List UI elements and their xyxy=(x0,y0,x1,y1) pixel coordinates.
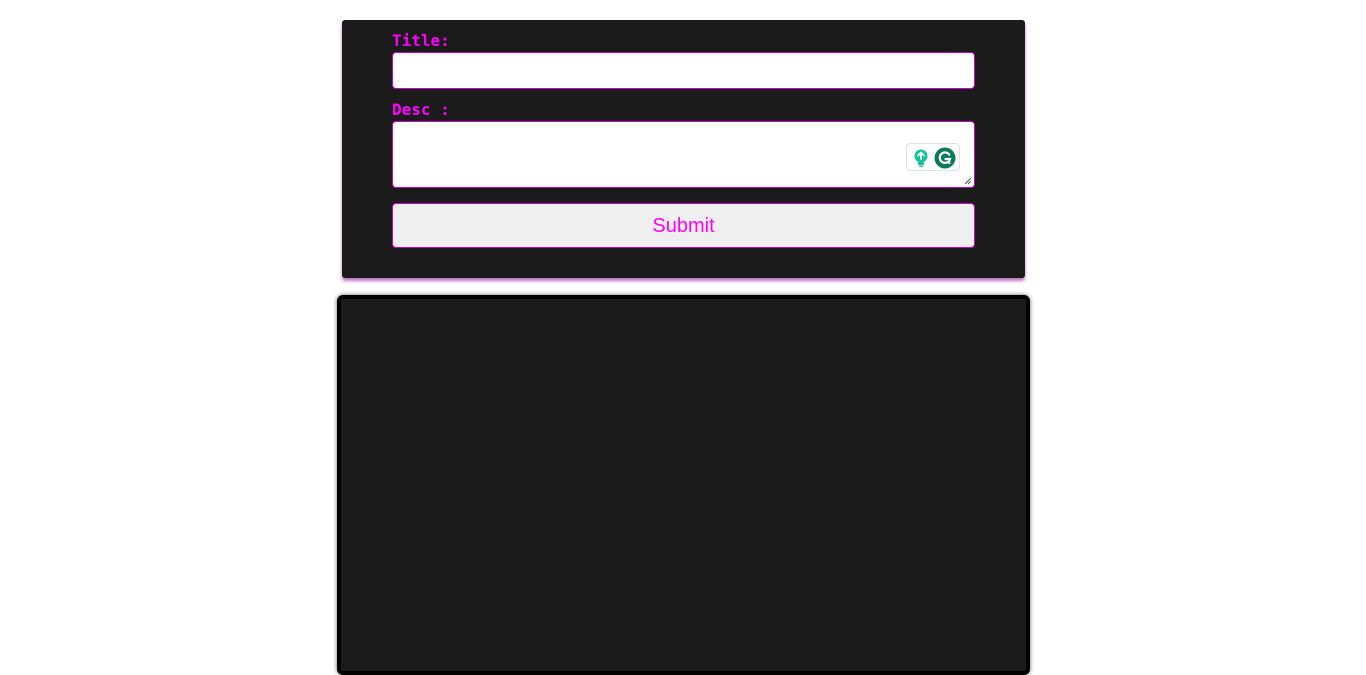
grammarly-widget[interactable] xyxy=(906,143,960,171)
note-form-card: Title: Desc : Submit xyxy=(342,20,1025,278)
grammarly-logo-icon xyxy=(934,147,956,169)
notes-list-panel xyxy=(337,295,1030,675)
resize-grip-icon[interactable] xyxy=(964,177,972,185)
desc-label: Desc : xyxy=(392,100,450,119)
title-label: Title: xyxy=(392,31,450,50)
title-input[interactable] xyxy=(392,52,975,89)
submit-button[interactable]: Submit xyxy=(392,203,975,248)
lightbulb-icon xyxy=(914,149,928,167)
desc-textarea[interactable] xyxy=(392,121,975,188)
